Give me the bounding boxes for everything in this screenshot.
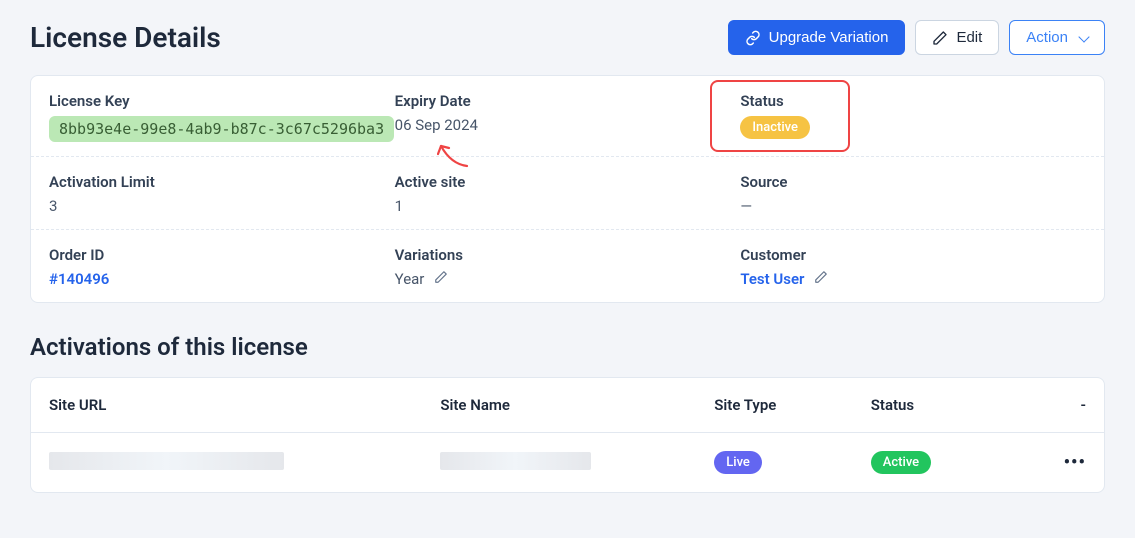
- activations-section-title: Activations of this license: [30, 333, 1105, 361]
- site-type-badge: Live: [714, 451, 762, 474]
- license-key-label: License Key: [49, 92, 395, 110]
- table-header-row: Site URL Site Name Site Type Status -: [31, 378, 1104, 433]
- order-id-link[interactable]: #140496: [49, 270, 109, 288]
- active-site-value: 1: [395, 197, 741, 215]
- expiry-date-value: 06 Sep 2024: [395, 116, 741, 134]
- upgrade-variation-button[interactable]: Upgrade Variation: [728, 20, 906, 55]
- site-status-badge: Active: [871, 451, 931, 474]
- customer-label: Customer: [740, 246, 1086, 264]
- customer-link[interactable]: Test User: [740, 270, 804, 288]
- status-badge: Inactive: [740, 116, 810, 139]
- edit-customer-icon[interactable]: [814, 272, 828, 288]
- edit-button[interactable]: Edit: [915, 20, 999, 55]
- action-dropdown-button[interactable]: Action: [1009, 20, 1105, 55]
- expiry-date-label: Expiry Date: [395, 92, 741, 110]
- license-key-value: 8bb93e4e-99e8-4ab9-b87c-3c67c5296ba3: [49, 116, 394, 142]
- col-site-name: Site Name: [440, 396, 714, 414]
- table-row: Live Active •••: [31, 433, 1104, 492]
- upgrade-variation-label: Upgrade Variation: [769, 29, 889, 46]
- col-actions: -: [1027, 396, 1086, 414]
- active-site-label: Active site: [395, 173, 741, 191]
- order-id-label: Order ID: [49, 246, 395, 264]
- variations-label: Variations: [395, 246, 741, 264]
- chevron-down-icon: [1078, 31, 1089, 42]
- site-url-redacted: [49, 452, 284, 470]
- link-icon: [745, 30, 761, 46]
- page-title: License Details: [30, 21, 221, 54]
- site-name-redacted: [440, 452, 591, 470]
- status-label: Status: [740, 92, 1086, 110]
- edit-button-label: Edit: [956, 29, 982, 46]
- col-status: Status: [871, 396, 1028, 414]
- license-details-card: License Key 8bb93e4e-99e8-4ab9-b87c-3c67…: [30, 75, 1105, 303]
- source-label: Source: [740, 173, 1086, 191]
- variations-value: Year: [395, 270, 425, 288]
- pencil-icon: [932, 30, 948, 46]
- action-button-label: Action: [1026, 29, 1068, 46]
- activation-limit-value: 3: [49, 197, 395, 215]
- col-site-type: Site Type: [714, 396, 871, 414]
- header-actions: Upgrade Variation Edit Action: [728, 20, 1105, 55]
- activations-table: Site URL Site Name Site Type Status - Li…: [30, 377, 1105, 493]
- source-value: —: [740, 197, 1086, 215]
- edit-variations-icon[interactable]: [434, 272, 448, 288]
- activation-limit-label: Activation Limit: [49, 173, 395, 191]
- row-actions-menu[interactable]: •••: [1027, 452, 1086, 473]
- col-site-url: Site URL: [49, 396, 440, 414]
